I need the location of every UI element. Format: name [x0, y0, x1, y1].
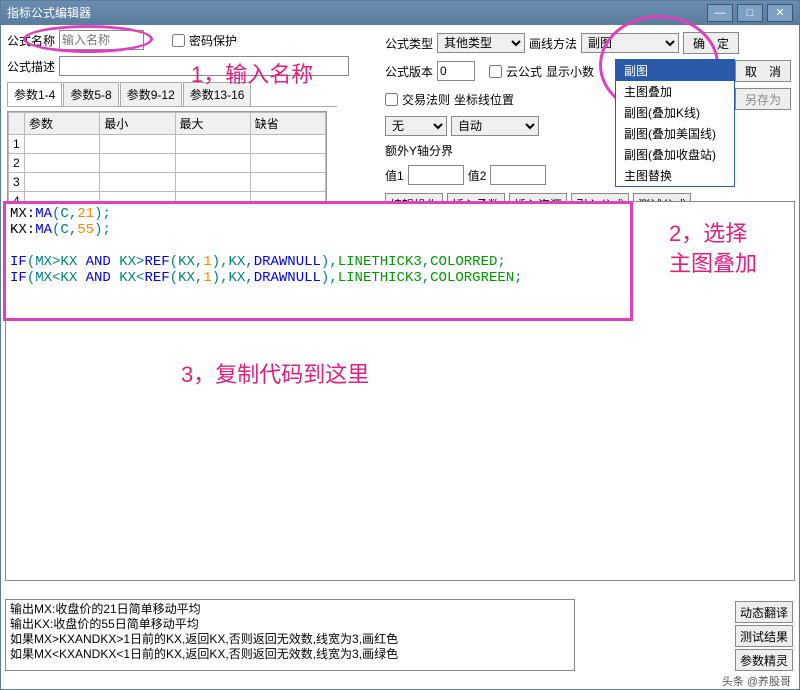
sel1[interactable]: 无 [385, 116, 447, 136]
col-def: 缺省 [250, 113, 325, 135]
label-coord: 坐标线位置 [454, 91, 514, 108]
dropdown-opt[interactable]: 副图(叠加K线) [616, 102, 734, 123]
type-select[interactable]: 其他类型 [437, 33, 525, 53]
paramwiz-button[interactable]: 参数精灵 [735, 649, 793, 671]
tab-params-1-4[interactable]: 参数1-4 [7, 82, 62, 106]
tab-params-5-8[interactable]: 参数5-8 [63, 82, 118, 106]
param-table: 参数 最小 最大 缺省 1 2 3 4 [7, 111, 327, 212]
saveas-button[interactable]: 另存为 [735, 88, 791, 110]
code-editor[interactable]: MX:MA(C,21); KX:MA(C,55); IF(MX>KX AND K… [5, 201, 795, 581]
label-trade: 交易法则 [402, 91, 450, 108]
table-row[interactable]: 1 [9, 135, 326, 154]
label-pwd: 密码保护 [189, 32, 237, 49]
col-min: 最小 [100, 113, 175, 135]
name-input[interactable] [59, 30, 144, 50]
val2-input[interactable] [490, 165, 546, 185]
footer-watermark: 头条 @养股哥 [722, 673, 791, 689]
dropdown-opt[interactable]: 主图叠加 [616, 81, 734, 102]
line-select[interactable]: 副图 [581, 33, 679, 53]
sel2[interactable]: 自动 [451, 116, 539, 136]
dropdown-opt[interactable]: 副图 [616, 60, 734, 81]
label-val2: 值2 [468, 167, 487, 184]
col-param: 参数 [25, 113, 100, 135]
pwd-checkbox[interactable] [172, 34, 185, 47]
maximize-icon[interactable]: □ [737, 4, 763, 22]
minimize-icon[interactable]: — [707, 4, 733, 22]
output-line: 输出MX:收盘价的21日简单移动平均 [10, 602, 570, 617]
label-cloud: 云公式 [506, 63, 542, 80]
param-tabs: 参数1-4 参数5-8 参数9-12 参数13-16 [7, 82, 337, 107]
label-ver: 公式版本 [385, 63, 433, 80]
line-dropdown: 副图 主图叠加 副图(叠加K线) 副图(叠加美国线) 副图(叠加收盘站) 主图替… [615, 59, 735, 187]
label-disp: 显示小数 [546, 63, 594, 80]
tab-params-9-12[interactable]: 参数9-12 [120, 82, 182, 106]
titlebar: 指标公式编辑器 — □ ✕ [1, 1, 799, 25]
col-max: 最大 [175, 113, 250, 135]
output-line: 输出KX:收盘价的55日简单移动平均 [10, 617, 570, 632]
output-line: 如果MX<KXANDKX<1日前的KX,返回KX,否则返回无效数,线宽为3,画绿… [10, 647, 570, 662]
label-val1: 值1 [385, 167, 404, 184]
window-title: 指标公式编辑器 [7, 1, 91, 25]
cancel-button[interactable]: 取 消 [735, 60, 791, 82]
dropdown-opt[interactable]: 副图(叠加收盘站) [616, 144, 734, 165]
ver-input[interactable] [437, 61, 475, 81]
trade-checkbox[interactable] [385, 93, 398, 106]
dropdown-opt[interactable]: 主图替换 [616, 165, 734, 186]
label-extraY: 额外Y轴分界 [385, 142, 453, 159]
label-line: 画线方法 [529, 35, 577, 52]
label-type: 公式类型 [385, 35, 433, 52]
label-desc: 公式描述 [7, 58, 55, 75]
dropdown-opt[interactable]: 副图(叠加美国线) [616, 123, 734, 144]
output-panel: 输出MX:收盘价的21日简单移动平均 输出KX:收盘价的55日简单移动平均 如果… [5, 599, 575, 671]
close-icon[interactable]: ✕ [767, 4, 793, 22]
cloud-checkbox[interactable] [489, 65, 502, 78]
val1-input[interactable] [408, 165, 464, 185]
table-row[interactable]: 3 [9, 173, 326, 192]
table-row[interactable]: 2 [9, 154, 326, 173]
dynparse-button[interactable]: 动态翻译 [735, 601, 793, 623]
side-buttons: 动态翻译 测试结果 参数精灵 [735, 601, 793, 671]
label-name: 公式名称 [7, 32, 55, 49]
desc-input[interactable] [59, 56, 349, 76]
tab-params-13-16[interactable]: 参数13-16 [183, 82, 252, 106]
ok-button[interactable]: 确 定 [683, 32, 739, 54]
window-controls: — □ ✕ [705, 4, 793, 22]
output-line: 如果MX>KXANDKX>1日前的KX,返回KX,否则返回无效数,线宽为3,画红… [10, 632, 570, 647]
testres-button[interactable]: 测试结果 [735, 625, 793, 647]
window: 指标公式编辑器 — □ ✕ 公式名称 密码保护 公式描述 参数1-4 参数5-8… [0, 0, 800, 690]
